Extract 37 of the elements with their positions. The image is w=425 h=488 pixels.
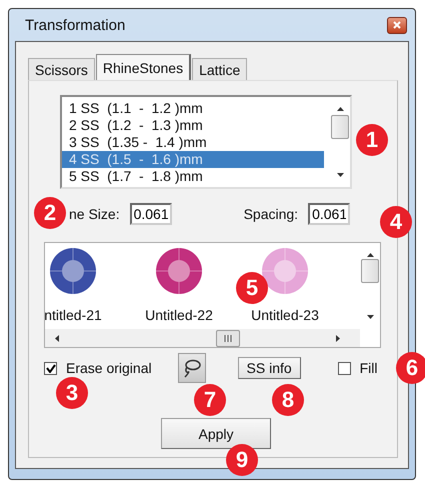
check-icon [46, 364, 56, 372]
stone-label[interactable]: Untitled-23 [251, 307, 319, 323]
ss-info-button[interactable]: SS info [238, 357, 301, 379]
stone-label[interactable]: ntitled-21 [45, 307, 102, 323]
tab[interactable]: Scissors [28, 58, 95, 80]
scrollbar[interactable] [45, 329, 360, 347]
scroll-right-icon [336, 334, 340, 342]
stone-size-field[interactable]: 0.061 [130, 203, 172, 225]
checkbox[interactable] [338, 362, 351, 374]
list-item[interactable]: 2 SS (1.2 - 1.3 )mm [62, 117, 324, 134]
scroll-up-icon [336, 107, 344, 111]
tab[interactable]: Lattice [192, 58, 248, 80]
field-label: Spacing: [244, 206, 298, 222]
stone-label[interactable]: Untitled-22 [145, 307, 213, 323]
grip-icon [224, 334, 232, 342]
scroll-left-icon [55, 334, 59, 342]
scroll-up-icon [366, 253, 374, 257]
apply-button[interactable]: Apply [161, 418, 271, 449]
scroll-thumb[interactable] [331, 115, 349, 139]
field-label: ne Size: [69, 206, 120, 222]
checkbox-label: Fill [360, 360, 378, 376]
checkbox[interactable] [44, 362, 57, 374]
scroll-thumb[interactable] [361, 259, 379, 283]
scroll-thumb[interactable] [216, 330, 240, 346]
close-button[interactable] [387, 16, 407, 34]
tab[interactable]: RhineStones [96, 54, 192, 80]
list-item[interactable]: 5 SS (1.7 - 1.8 )mm [62, 168, 324, 185]
lasso-icon [182, 358, 202, 378]
checkbox-label: Erase original [66, 360, 152, 376]
lasso-button[interactable] [178, 353, 206, 383]
scroll-down-icon [366, 315, 374, 319]
list-item[interactable]: 1 SS (1.1 - 1.2 )mm [62, 100, 324, 117]
window-title: Transformation [25, 16, 126, 34]
list-item[interactable]: 3 SS (1.35 - 1.4 )mm [62, 134, 324, 151]
spacing-field[interactable]: 0.061 [308, 203, 350, 225]
close-icon [393, 21, 401, 29]
scroll-down-icon [336, 173, 344, 177]
